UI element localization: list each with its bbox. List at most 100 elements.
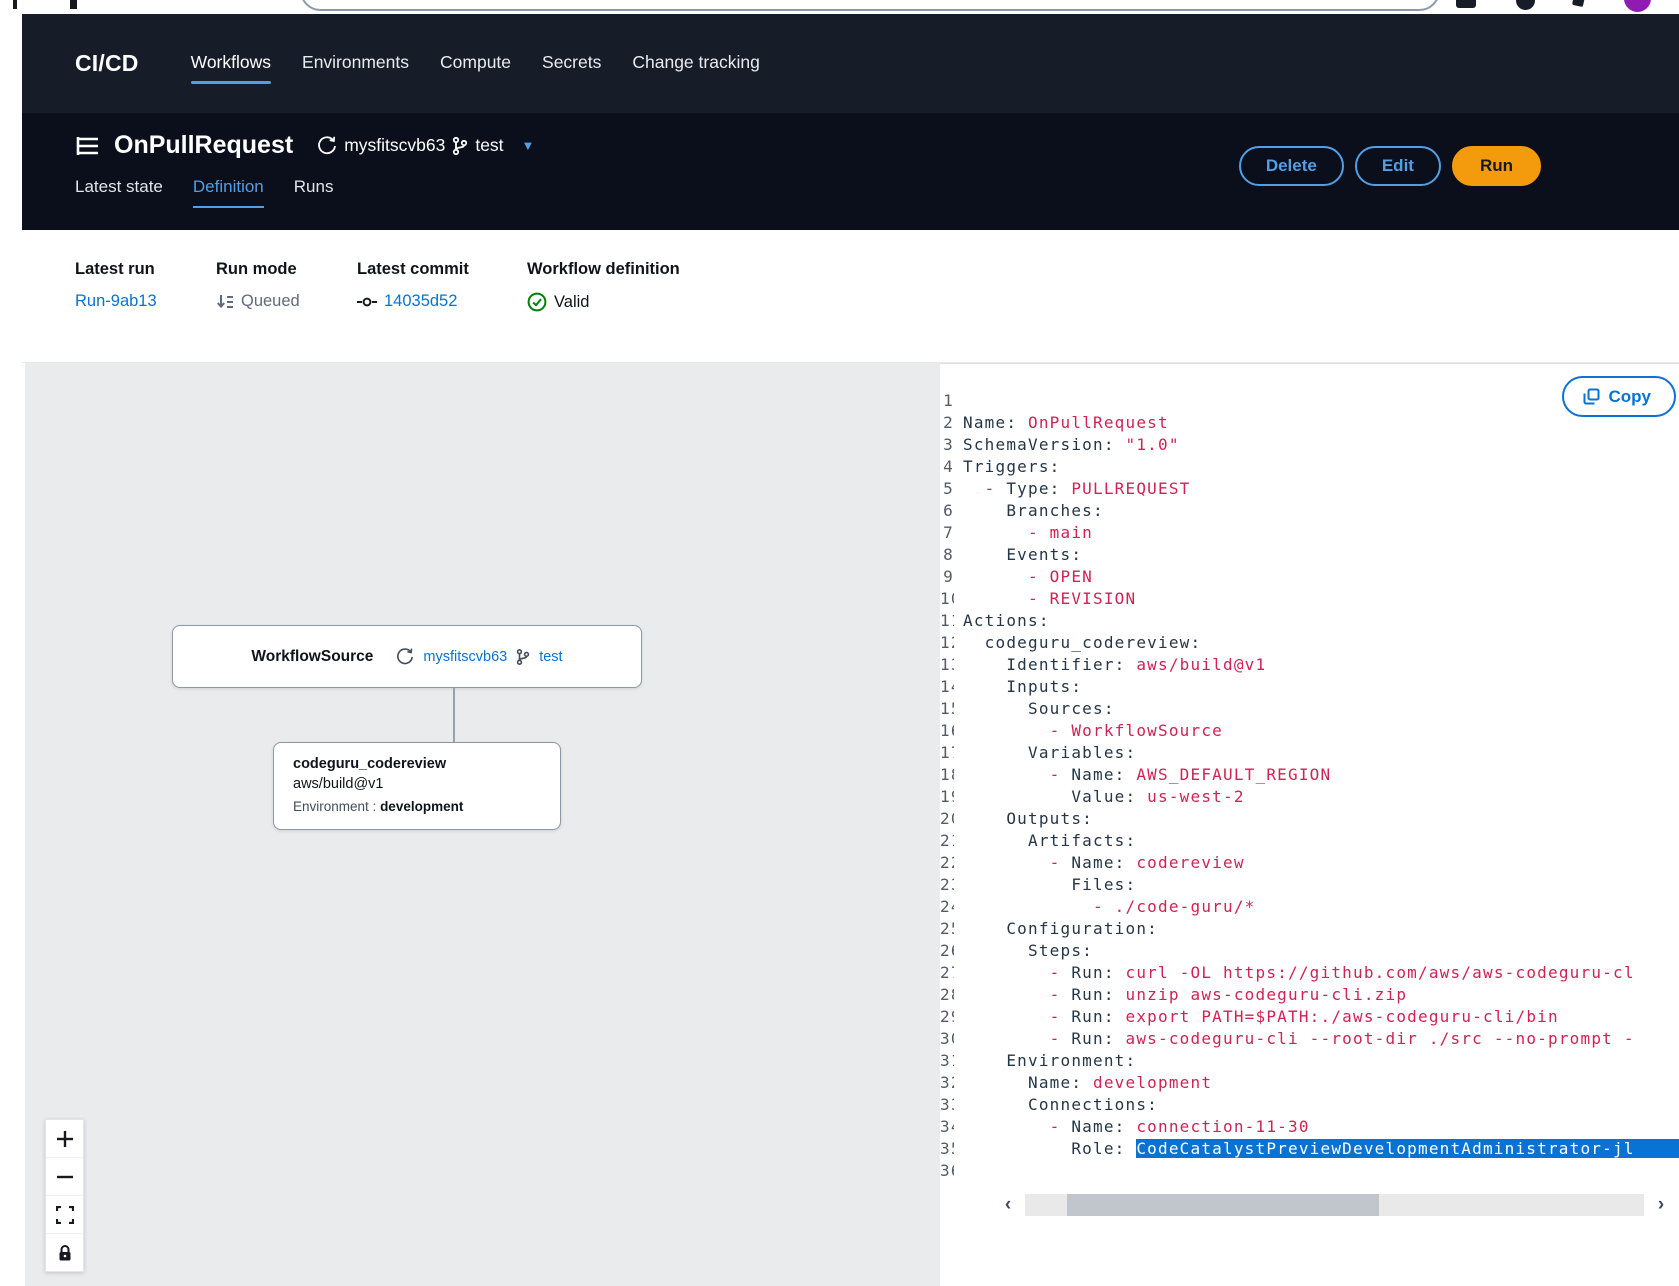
code-text: Steps: — [954, 940, 1093, 962]
code-line: 5 - Type: PULLREQUEST — [940, 478, 1679, 500]
nav-item-secrets[interactable]: Secrets — [542, 52, 601, 75]
code-line: 11Actions: — [940, 610, 1679, 632]
repository-icon — [396, 648, 414, 666]
code-line: 36 — [940, 1160, 1679, 1182]
code-line: 18 - Name: AWS_DEFAULT_REGION — [940, 764, 1679, 786]
line-number: 36 — [940, 1160, 954, 1182]
code-text: Name: OnPullRequest — [954, 412, 1169, 434]
run-button[interactable]: Run — [1452, 146, 1541, 186]
line-number: 16 — [940, 720, 954, 742]
code-line: 31 Environment: — [940, 1050, 1679, 1072]
browser-top-strip — [0, 0, 1679, 14]
code-line: 16 - WorkflowSource — [940, 720, 1679, 742]
latest-run-link[interactable]: Run-9ab13 — [75, 292, 157, 311]
code-text: - Name: AWS_DEFAULT_REGION — [954, 764, 1331, 786]
latest-commit-label: Latest commit — [357, 260, 527, 279]
line-number: 7 — [940, 522, 954, 544]
copy-button[interactable]: Copy — [1562, 376, 1677, 417]
zoom-out-button[interactable] — [46, 1157, 83, 1195]
source-branch-link[interactable]: test — [539, 649, 562, 665]
code-line: 12 codeguru_codereview: — [940, 632, 1679, 654]
settings-icon[interactable] — [1572, 0, 1585, 7]
line-number: 8 — [940, 544, 954, 566]
main-content: WorkflowSource mysfitscvb63 test codegur… — [0, 363, 1679, 1286]
delete-button[interactable]: Delete — [1239, 146, 1344, 186]
code-text: - Run: aws-codeguru-cli --root-dir ./src… — [954, 1028, 1635, 1050]
code-text: - Run: curl -OL https://github.com/aws/a… — [954, 962, 1635, 984]
code-line: 7 - main — [940, 522, 1679, 544]
nav-item-environments[interactable]: Environments — [302, 52, 409, 75]
code-text: Role: CodeCatalystPreviewDevelopmentAdmi… — [954, 1138, 1679, 1160]
code-line: 32 Name: development — [940, 1072, 1679, 1094]
code-line: 30 - Run: aws-codeguru-cli --root-dir ./… — [940, 1028, 1679, 1050]
workflow-diagram-canvas[interactable]: WorkflowSource mysfitscvb63 test codegur… — [25, 363, 940, 1286]
zoom-in-button[interactable] — [46, 1120, 83, 1157]
yaml-code-viewer[interactable]: 12Name: OnPullRequest3SchemaVersion: "1.… — [940, 390, 1679, 1182]
line-number: 35 — [940, 1138, 954, 1160]
code-text: Files: — [954, 874, 1136, 896]
latest-commit-link[interactable]: 14035d52 — [384, 292, 457, 311]
code-text: Environment: — [954, 1050, 1136, 1072]
notifications-icon[interactable] — [1456, 0, 1476, 8]
tab-latest-state[interactable]: Latest state — [75, 177, 163, 208]
code-line: 9 - OPEN — [940, 566, 1679, 588]
workflow-name: OnPullRequest — [114, 131, 293, 160]
line-number: 11 — [940, 610, 954, 632]
action-node-title: codeguru_codereview — [293, 756, 560, 772]
code-text: - Name: connection-11-30 — [954, 1116, 1310, 1138]
page-title: CI/CD — [75, 50, 139, 77]
global-search-input[interactable] — [300, 0, 1440, 11]
selected-text: CodeCatalystPreviewDevelopmentAdministra… — [1136, 1139, 1679, 1158]
scrollbar-track[interactable] — [1025, 1194, 1644, 1216]
line-number: 32 — [940, 1072, 954, 1094]
branch-icon — [452, 136, 468, 156]
repo-branch-group: mysfitscvb63 test ▼ — [317, 135, 534, 156]
code-text: Configuration: — [954, 918, 1158, 940]
codeguru-codereview-node[interactable]: codeguru_codereview aws/build@v1 Environ… — [273, 742, 561, 830]
fit-to-screen-button[interactable] — [46, 1195, 83, 1233]
code-line: 8 Events: — [940, 544, 1679, 566]
help-icon[interactable] — [1516, 0, 1535, 10]
line-number: 22 — [940, 852, 954, 874]
code-text: SchemaVersion: "1.0" — [954, 434, 1180, 456]
run-mode-label: Run mode — [216, 260, 357, 279]
code-text: - Type: PULLREQUEST — [954, 478, 1191, 500]
code-line: 4Triggers: — [940, 456, 1679, 478]
latest-commit-column: Latest commit 14035d52 — [357, 260, 527, 362]
tab-runs[interactable]: Runs — [294, 177, 334, 208]
repository-link[interactable]: mysfitscvb63 — [344, 135, 445, 156]
code-text: Branches: — [954, 500, 1104, 522]
branch-dropdown-caret-icon[interactable]: ▼ — [522, 138, 535, 153]
source-repository-link[interactable]: mysfitscvb63 — [423, 649, 507, 665]
nav-item-compute[interactable]: Compute — [440, 52, 511, 75]
lock-button[interactable] — [46, 1233, 83, 1271]
left-gutter — [0, 363, 25, 1286]
tab-definition[interactable]: Definition — [193, 177, 264, 208]
queued-icon — [216, 293, 234, 311]
line-number: 30 — [940, 1028, 954, 1050]
nav-item-change-tracking[interactable]: Change tracking — [632, 52, 759, 75]
code-line: 22 - Name: codereview — [940, 852, 1679, 874]
nav-item-workflows[interactable]: Workflows — [191, 52, 271, 75]
edit-button[interactable]: Edit — [1355, 146, 1441, 186]
line-number: 5 — [940, 478, 954, 500]
clipped-toolbar-fragment — [70, 0, 77, 9]
line-number: 6 — [940, 500, 954, 522]
code-line: 19 Value: us-west-2 — [940, 786, 1679, 808]
line-number: 3 — [940, 434, 954, 456]
latest-run-column: Latest run Run-9ab13 — [75, 260, 216, 362]
code-line: 20 Outputs: — [940, 808, 1679, 830]
avatar[interactable] — [1624, 0, 1651, 12]
scroll-right-arrow[interactable]: › — [1649, 1194, 1673, 1216]
line-number: 1 — [940, 390, 954, 412]
workflow-definition-code-panel: Copy 12Name: OnPullRequest3SchemaVersion… — [940, 363, 1679, 1286]
code-line: 6 Branches: — [940, 500, 1679, 522]
run-mode-column: Run mode Queued — [216, 260, 357, 362]
code-line: 10 - REVISION — [940, 588, 1679, 610]
workflow-definition-label: Workflow definition — [527, 260, 680, 279]
branch-link[interactable]: test — [475, 135, 503, 156]
code-line: 2Name: OnPullRequest — [940, 412, 1679, 434]
scrollbar-thumb[interactable] — [1067, 1194, 1379, 1216]
workflow-source-node[interactable]: WorkflowSource mysfitscvb63 test — [172, 625, 642, 688]
scroll-left-arrow[interactable]: ‹ — [996, 1194, 1020, 1216]
